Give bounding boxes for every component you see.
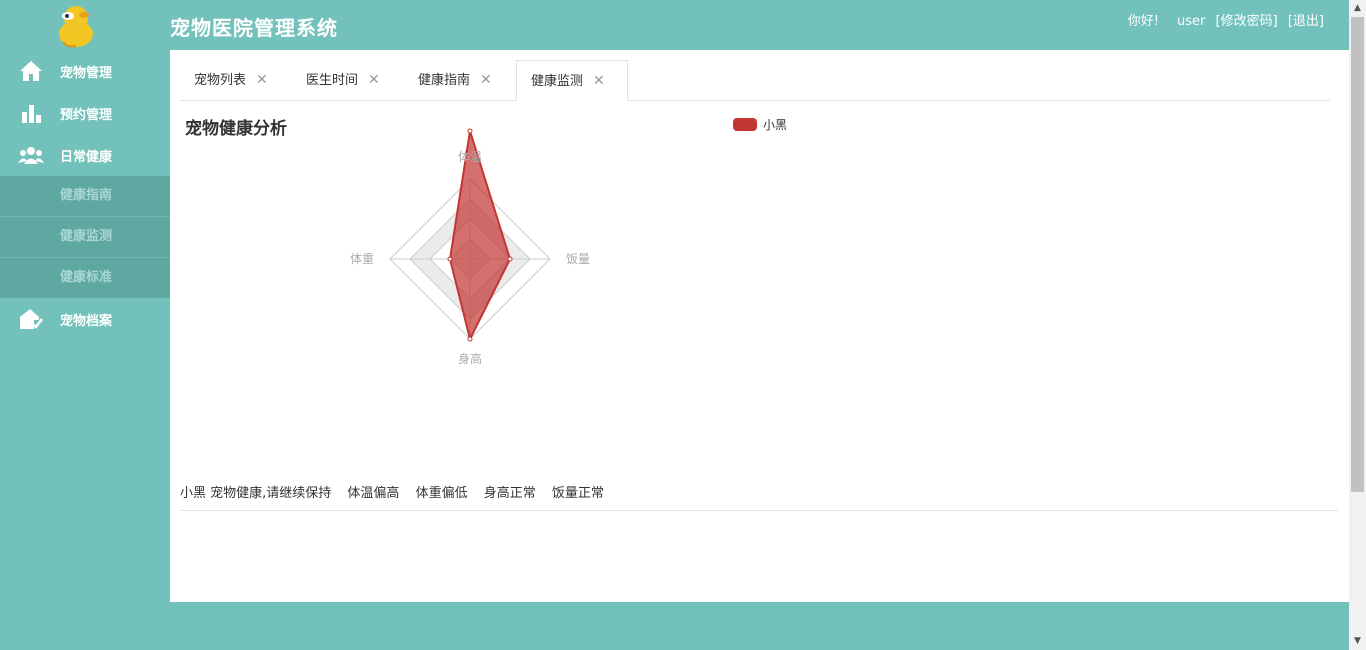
home-icon (16, 60, 46, 82)
sidebar-subitem-health-standard[interactable]: 健康标准 (0, 258, 170, 298)
tab-label: 健康指南 (418, 73, 471, 88)
status-item: 身高正常 (483, 486, 536, 501)
radar-data-point[interactable] (467, 336, 473, 342)
scroll-down-arrow-icon[interactable]: ▼ (1349, 633, 1366, 650)
bar-chart-icon (16, 102, 46, 124)
scroll-thumb[interactable] (1351, 17, 1364, 492)
user-bar: 你好! user [修改密码] [退出] (1122, 10, 1324, 29)
sidebar-item-label: 宠物管理 (60, 65, 113, 81)
sidebar-submenu: 健康指南 健康监测 健康标准 (0, 176, 170, 298)
logout-link[interactable]: [退出] (1288, 14, 1324, 29)
sidebar-item-pet-management[interactable]: 宠物管理 (0, 50, 170, 92)
radar-chart: 体温饭量身高 体重 (350, 128, 590, 366)
tab-label: 健康监测 (531, 74, 584, 89)
tab-pet-list[interactable]: 宠物列表 ✕ (180, 60, 292, 100)
app-title: 宠物医院管理系统 (170, 16, 338, 40)
legend-swatch (733, 118, 757, 131)
sidebar-item-label: 日常健康 (60, 149, 113, 165)
radar-axis-label: 身高 (458, 351, 482, 366)
radar-axis-label: 体温 (458, 150, 482, 164)
tab-health-monitor[interactable]: 健康监测 ✕ (516, 60, 628, 101)
sidebar: 宠物管理 预约管理 日常健康 健康指南 健康监测 健康标准 宠物档案 (0, 50, 170, 340)
tab-label: 医生时间 (306, 73, 359, 88)
greeting-text: 你好! (1127, 14, 1159, 29)
radar-data-point[interactable] (467, 128, 473, 134)
main-panel: 宠物列表 ✕ 医生时间 ✕ 健康指南 ✕ 健康监测 ✕ 宠物健康分析 小黑 体温饭量身高… (170, 50, 1349, 602)
radar-axis-label: 饭量 (566, 252, 590, 266)
status-item: 体温偏高 (347, 486, 400, 501)
health-status-line: 小黑 宠物健康,请继续保持 体温偏高 体重偏低 身高正常 饭量正常 (180, 482, 616, 501)
scroll-up-arrow-icon[interactable]: ▲ (1349, 0, 1366, 17)
tab-label: 宠物列表 (194, 73, 247, 88)
chart-title: 宠物健康分析 (185, 119, 287, 139)
users-icon (16, 144, 46, 166)
close-icon[interactable]: ✕ (368, 72, 380, 88)
radar-axis-label: 体重 (350, 252, 374, 266)
change-password-link[interactable]: [修改密码] (1216, 14, 1278, 29)
radar-data-point[interactable] (507, 256, 513, 262)
chart-legend[interactable]: 小黑 (733, 116, 787, 133)
sidebar-item-pet-records[interactable]: 宠物档案 (0, 298, 170, 340)
tab-bar: 宠物列表 ✕ 医生时间 ✕ 健康指南 ✕ 健康监测 ✕ (180, 60, 1330, 101)
close-icon[interactable]: ✕ (593, 73, 605, 89)
sidebar-item-appointments[interactable]: 预约管理 (0, 92, 170, 134)
sidebar-item-label: 预约管理 (60, 107, 113, 123)
close-icon[interactable]: ✕ (256, 72, 268, 88)
status-item: 体重偏低 (415, 486, 468, 501)
username-text: user (1177, 14, 1206, 29)
tab-health-guide[interactable]: 健康指南 ✕ (404, 60, 516, 100)
house-check-icon (16, 308, 46, 330)
divider (180, 510, 1338, 511)
sidebar-subitem-health-guide[interactable]: 健康指南 (0, 176, 170, 217)
radar-data-point[interactable] (447, 256, 453, 262)
sidebar-item-daily-health[interactable]: 日常健康 (0, 134, 170, 176)
sidebar-subitem-health-monitor[interactable]: 健康监测 (0, 217, 170, 258)
page-scrollbar[interactable]: ▲ ▼ (1349, 0, 1366, 650)
status-item: 饭量正常 (551, 486, 604, 501)
legend-label: 小黑 (763, 118, 788, 132)
pet-summary-text: 小黑 宠物健康,请继续保持 (180, 486, 332, 501)
tab-doctor-time[interactable]: 医生时间 ✕ (292, 60, 404, 100)
duck-logo-icon (59, 6, 93, 48)
sidebar-item-label: 宠物档案 (60, 313, 113, 329)
close-icon[interactable]: ✕ (480, 72, 492, 88)
